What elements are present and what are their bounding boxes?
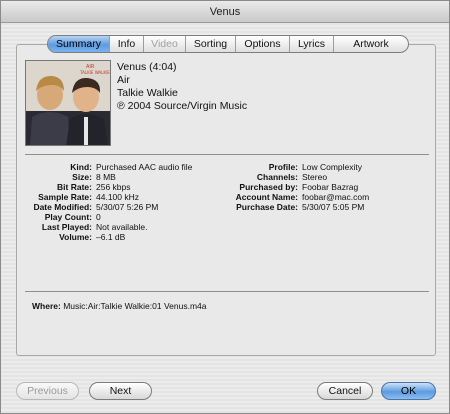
detail-key: Volume: (59, 232, 92, 242)
get-info-window: Venus Summary Info Video Sorting Options… (0, 0, 450, 414)
window-title: Venus (1, 1, 449, 23)
detail-key: Date Modified: (33, 202, 92, 212)
where-label: Where: (32, 301, 61, 311)
detail-value: Purchased AAC audio file (96, 162, 193, 172)
detail-row-last-played: Last Played: Not available. (1, 222, 192, 232)
detail-value: 5/30/07 5:26 PM (96, 202, 159, 212)
tab-sorting[interactable]: Sorting (186, 36, 236, 52)
detail-row-purchased-by: Purchased by: Foobar Bazrag (197, 182, 369, 192)
previous-button: Previous (16, 382, 79, 400)
details-left: Kind: Purchased AAC audio file Size: 8 MB … (1, 162, 192, 242)
detail-value: Not available. (96, 222, 148, 232)
detail-row-bit-rate: Bit Rate: 256 kbps (1, 182, 192, 192)
tab-info[interactable]: Info (110, 36, 144, 52)
detail-value: foobar@mac.com (302, 192, 370, 202)
detail-value: 8 MB (96, 172, 116, 182)
detail-value: Foobar Bazrag (302, 182, 359, 192)
detail-key: Play Count: (44, 212, 92, 222)
detail-value: 44.100 kHz (96, 192, 139, 202)
detail-row-play-count: Play Count: 0 (1, 212, 192, 222)
detail-row-volume: Volume: –6.1 dB (1, 232, 192, 242)
detail-row-date-modified: Date Modified: 5/30/07 5:26 PM (1, 202, 192, 212)
detail-key: Sample Rate: (38, 192, 92, 202)
detail-row-channels: Channels: Stereo (197, 172, 369, 182)
detail-row-purchase-date: Purchase Date: 5/30/07 5:05 PM (197, 202, 369, 212)
song-album: Talkie Walkie (117, 87, 178, 99)
detail-value: 5/30/07 5:05 PM (302, 202, 365, 212)
detail-row-sample-rate: Sample Rate: 44.100 kHz (1, 192, 192, 202)
detail-value: 0 (96, 212, 101, 222)
cancel-button[interactable]: Cancel (317, 382, 373, 400)
tab-options[interactable]: Options (236, 36, 290, 52)
detail-row-profile: Profile: Low Complexity (197, 162, 369, 172)
detail-key: Last Played: (41, 222, 92, 232)
detail-key: Purchased by: (239, 182, 298, 192)
ok-button[interactable]: OK (381, 382, 436, 400)
detail-value: Stereo (302, 172, 328, 182)
tab-summary[interactable]: Summary (48, 36, 110, 52)
where-path: Music:Air:Talkie Walkie:01 Venus.m4a (63, 301, 207, 311)
album-artwork: AIR TALKIE WALKIE (25, 60, 111, 146)
detail-key: Account Name: (235, 192, 298, 202)
detail-key: Profile: (268, 162, 298, 172)
divider-top (25, 154, 429, 155)
song-copyright: ℗ 2004 Source/Virgin Music (117, 100, 248, 112)
divider-bottom (25, 291, 429, 292)
detail-value: –6.1 dB (96, 232, 126, 242)
detail-key: Channels: (256, 172, 298, 182)
detail-key: Bit Rate: (57, 182, 92, 192)
detail-row-kind: Kind: Purchased AAC audio file (1, 162, 192, 172)
tab-lyrics[interactable]: Lyrics (290, 36, 334, 52)
album-art-caption-2: TALKIE WALKIE (79, 70, 110, 75)
tab-video: Video (144, 36, 186, 52)
song-artist: Air (117, 74, 130, 86)
detail-value: 256 kbps (96, 182, 131, 192)
detail-key: Size: (72, 172, 92, 182)
tab-bar: Summary Info Video Sorting Options Lyric… (47, 35, 409, 53)
tab-artwork[interactable]: Artwork (334, 36, 408, 52)
detail-value: Low Complexity (302, 162, 362, 172)
file-location: Where: Music:Air:Talkie Walkie:01 Venus.… (32, 301, 206, 311)
detail-key: Kind: (70, 162, 92, 172)
detail-key: Purchase Date: (236, 202, 298, 212)
detail-row-size: Size: 8 MB (1, 172, 192, 182)
details-right: Profile: Low Complexity Channels: Stereo P… (197, 162, 370, 212)
song-title: Venus (4:04) (117, 61, 177, 73)
next-button[interactable]: Next (89, 382, 152, 400)
song-info: Venus (4:04) Air Talkie Walkie ℗ 2004 So… (117, 61, 247, 113)
detail-row-account-name: Account Name: foobar@mac.com (197, 192, 370, 202)
